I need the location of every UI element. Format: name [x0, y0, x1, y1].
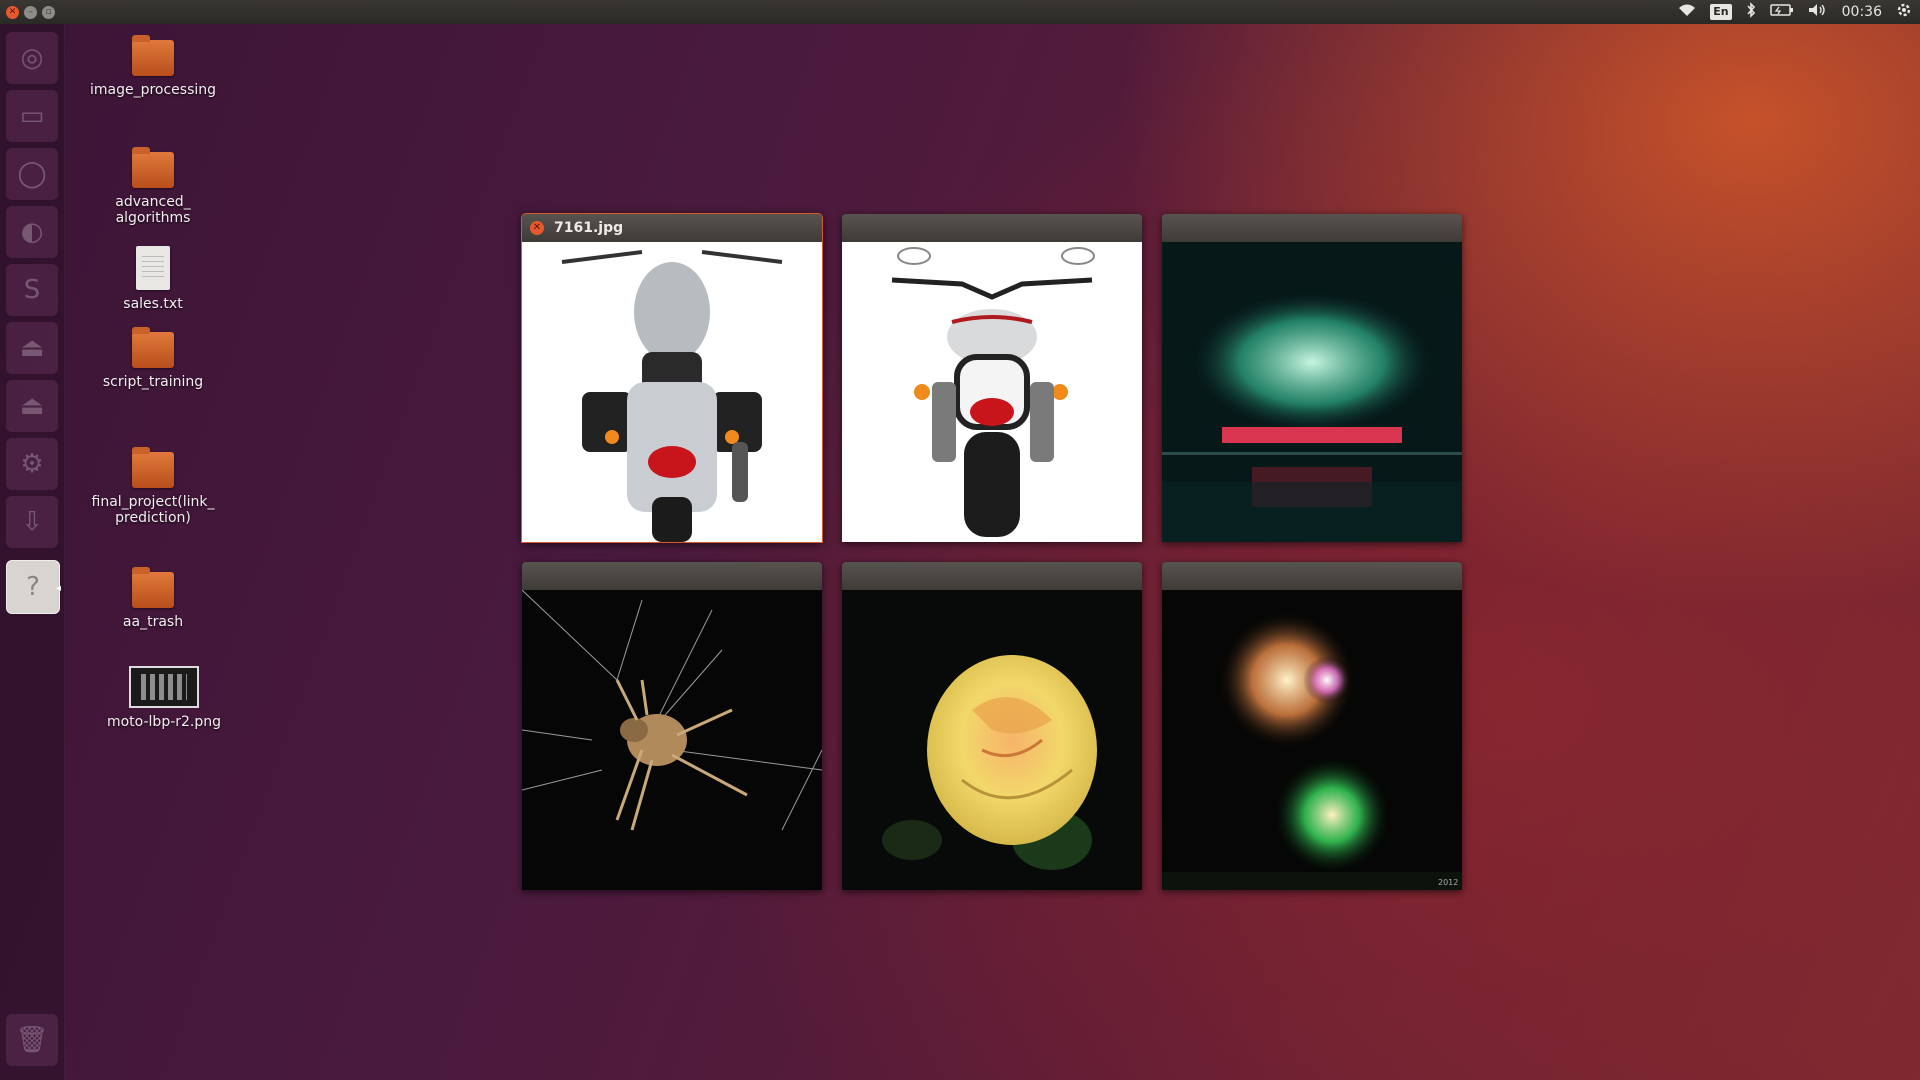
firefox-icon[interactable]: ◐ [6, 206, 58, 258]
volume-icon[interactable] [1808, 3, 1828, 21]
wifi-icon[interactable] [1678, 3, 1696, 21]
desktop-icon-folder[interactable]: aa_trash [88, 567, 218, 630]
unknown-app-glyph: ? [26, 572, 40, 602]
active-arrow-icon: ◂ [55, 583, 61, 594]
image-file-icon [129, 666, 199, 708]
indicator-area: En 00:36 [1678, 2, 1912, 22]
desktop-icon-label: advanced_ algorithms [115, 194, 191, 226]
keyboard-layout[interactable]: En [1710, 4, 1732, 20]
desktop-icon-label: image_processing [89, 82, 217, 98]
image-view-fireworks [1162, 242, 1462, 542]
dash-home-icon[interactable]: ◎ [6, 32, 58, 84]
desktop-icon-image[interactable]: moto-lbp-r2.png [99, 666, 229, 730]
desktop-icon-label: sales.txt [123, 296, 183, 312]
desktop-icon-folder[interactable]: script_training [88, 327, 218, 390]
sublime-text-icon[interactable]: S [6, 264, 58, 316]
folder-icon [132, 447, 174, 488]
desktop-icon-label: script_training [102, 374, 204, 390]
folder-icon [132, 567, 174, 608]
desktop-icon-label: aa_trash [122, 614, 184, 630]
clock[interactable]: 00:36 [1842, 4, 1882, 20]
window-titlebar[interactable]: ✕ 7161.jpg [522, 214, 822, 242]
window-controls: ✕ – ▫ [6, 5, 55, 19]
window-titlebar[interactable] [842, 562, 1142, 590]
window-7161-jpg[interactable]: ✕ 7161.jpg [522, 214, 822, 542]
desktop-icon-file[interactable]: sales.txt [88, 246, 218, 312]
window-titlebar[interactable] [1162, 562, 1462, 590]
top-panel: ✕ – ▫ En 00:36 [0, 0, 1920, 24]
window-motorcycle-2[interactable] [842, 214, 1142, 542]
browser-icon[interactable]: ◯ [6, 148, 58, 200]
desktop-icon-label: moto-lbp-r2.png [106, 714, 222, 730]
minimize-icon[interactable]: – [24, 5, 37, 19]
desktop-icon-folder[interactable]: advanced_ algorithms [88, 147, 218, 226]
files-icon[interactable]: ▭ [6, 90, 58, 142]
window-rose[interactable] [842, 562, 1142, 890]
photo-watermark: 2012 [1438, 878, 1458, 887]
trash-icon[interactable]: 🗑 [6, 1014, 58, 1066]
maximize-icon[interactable]: ▫ [42, 5, 55, 19]
image-view-rose [842, 590, 1142, 890]
desktop-icon-label: final_project(link_ prediction) [91, 494, 215, 526]
close-icon[interactable]: ✕ [6, 5, 19, 19]
bluetooth-icon[interactable] [1746, 2, 1756, 22]
window-titlebar[interactable] [522, 562, 822, 590]
window-titlebar[interactable] [1162, 214, 1462, 242]
image-view-motorcycle [842, 242, 1142, 542]
launcher: ◎ ▭ ◯ ◐ S ⏏ ⏏ ⚙ ⇩ ? ◂ 🗑 [0, 24, 65, 1080]
system-settings-icon[interactable]: ⚙ [6, 438, 58, 490]
text-file-icon [136, 246, 170, 290]
power-icon[interactable] [1896, 2, 1912, 22]
folder-icon [132, 35, 174, 76]
unknown-app-icon[interactable]: ? ◂ [6, 560, 61, 614]
desktop-icon-folder[interactable]: final_project(link_ prediction) [88, 447, 218, 526]
image-view-motorcycle [522, 242, 822, 542]
battery-icon[interactable] [1769, 3, 1794, 21]
drive-icon[interactable]: ⏏ [6, 322, 58, 374]
image-view-fireworks: 2012 [1162, 590, 1462, 890]
window-titlebar[interactable] [842, 214, 1142, 242]
window-fireworks-water[interactable] [1162, 214, 1462, 542]
software-updater-icon[interactable]: ⇩ [6, 496, 58, 548]
desktop-icon-folder[interactable]: image_processing [88, 35, 218, 98]
close-icon[interactable]: ✕ [530, 221, 544, 235]
window-spider[interactable] [522, 562, 822, 890]
image-view-spider [522, 590, 822, 890]
folder-icon [132, 147, 174, 188]
window-fireworks-night[interactable]: 2012 [1162, 562, 1462, 890]
drive-icon-2[interactable]: ⏏ [6, 380, 58, 432]
folder-icon [132, 327, 174, 368]
window-title: 7161.jpg [554, 220, 624, 236]
